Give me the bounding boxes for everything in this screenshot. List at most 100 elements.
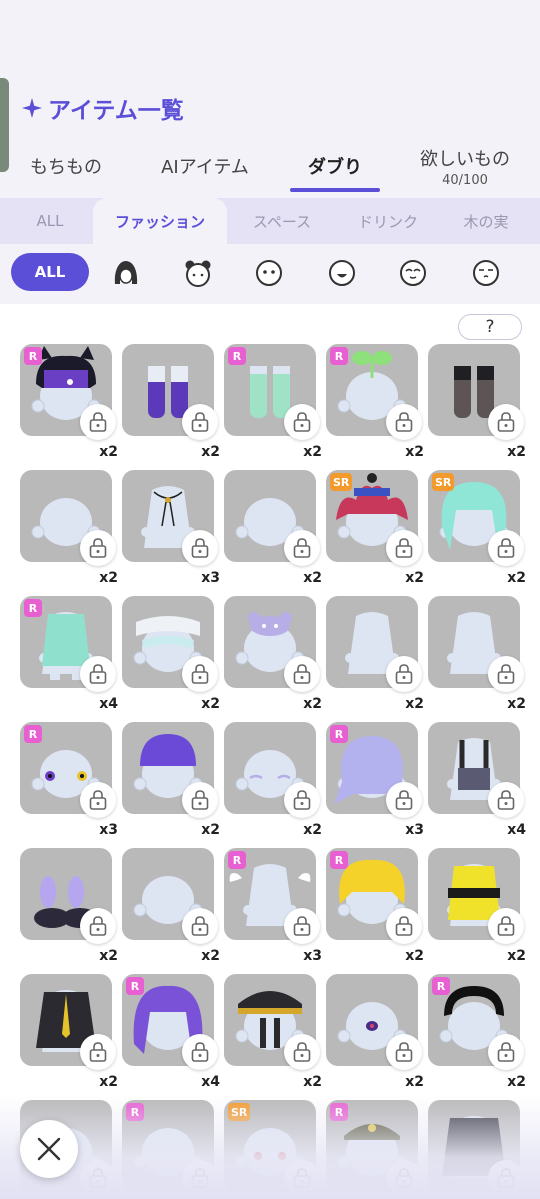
item-tile[interactable]: x2: [428, 344, 526, 460]
lock-icon: [89, 916, 107, 936]
head-ears-icon[interactable]: [183, 258, 213, 288]
item-tile[interactable]: x2: [20, 470, 118, 586]
tab-duplicates[interactable]: ダブり: [290, 138, 380, 194]
item-tile[interactable]: Rx2: [224, 344, 322, 460]
item-tile[interactable]: [428, 1100, 524, 1196]
help-button[interactable]: ?: [458, 314, 522, 340]
item-tile[interactable]: Rx2: [428, 974, 526, 1090]
rarity-badge: R: [228, 347, 246, 365]
lock-button[interactable]: [386, 656, 422, 692]
item-tile[interactable]: x2: [428, 596, 526, 712]
item-tile[interactable]: x2: [224, 470, 322, 586]
item-tile[interactable]: Rx3: [20, 722, 118, 838]
lock-button[interactable]: [182, 656, 218, 692]
category-space[interactable]: スペース: [236, 198, 328, 244]
item-tile[interactable]: x2: [224, 596, 322, 712]
lock-icon: [395, 538, 413, 558]
lock-button[interactable]: [488, 782, 524, 818]
category-all[interactable]: ALL: [16, 198, 84, 244]
close-button[interactable]: [20, 1120, 78, 1178]
item-tile[interactable]: x2: [326, 974, 424, 1090]
category-drink[interactable]: ドリンク: [342, 198, 434, 244]
lock-button[interactable]: [284, 656, 320, 692]
item-tile[interactable]: Rx2: [20, 344, 118, 460]
item-tile[interactable]: SR x2: [326, 470, 424, 586]
item-tile[interactable]: x2: [20, 848, 118, 964]
item-tile[interactable]: x2: [224, 722, 322, 838]
item-tile[interactable]: x2: [20, 974, 118, 1090]
category-fashion[interactable]: ファッション: [93, 198, 227, 244]
item-quantity: x2: [201, 948, 220, 964]
face-eyes-icon[interactable]: [254, 258, 284, 288]
item-tile[interactable]: x2: [122, 344, 220, 460]
lock-button[interactable]: [284, 1034, 320, 1070]
rarity-badge: R: [126, 977, 144, 995]
item-tile[interactable]: Rx3: [326, 722, 424, 838]
lock-button[interactable]: [488, 1034, 524, 1070]
lock-button[interactable]: [182, 404, 218, 440]
item-tile[interactable]: x2: [326, 596, 424, 712]
lock-button[interactable]: [80, 530, 116, 566]
lock-button[interactable]: [386, 404, 422, 440]
lock-button[interactable]: [80, 404, 116, 440]
item-tile[interactable]: Rx2: [326, 344, 424, 460]
item-tile[interactable]: SR x2: [428, 470, 526, 586]
lock-button[interactable]: [488, 404, 524, 440]
item-tile[interactable]: x2: [122, 596, 220, 712]
item-tile[interactable]: R: [122, 1100, 218, 1196]
page-title: アイテム一覧: [22, 91, 184, 125]
category-nuts[interactable]: 木の実: [444, 198, 528, 244]
face-sleepy-icon[interactable]: [471, 258, 501, 288]
item-tile[interactable]: x2: [122, 722, 220, 838]
lock-button[interactable]: [488, 1160, 524, 1196]
lock-button[interactable]: [386, 1034, 422, 1070]
lock-button[interactable]: [182, 1034, 218, 1070]
lock-icon: [293, 664, 311, 684]
lock-button[interactable]: [80, 908, 116, 944]
lock-icon: [191, 1168, 209, 1188]
item-quantity: x3: [405, 822, 424, 838]
lock-icon: [293, 790, 311, 810]
item-tile[interactable]: x2: [122, 848, 220, 964]
item-tile[interactable]: Rx4: [20, 596, 118, 712]
lock-button[interactable]: [182, 782, 218, 818]
face-happy-icon[interactable]: [398, 258, 428, 288]
lock-button[interactable]: [284, 1160, 320, 1196]
face-mouth-icon[interactable]: [327, 258, 357, 288]
tab-label: 欲しいもの: [420, 148, 510, 170]
rarity-badge: R: [24, 347, 42, 365]
lock-button[interactable]: [386, 782, 422, 818]
lock-button[interactable]: [488, 908, 524, 944]
lock-button[interactable]: [80, 656, 116, 692]
hair-icon[interactable]: [111, 258, 141, 288]
lock-button[interactable]: [488, 656, 524, 692]
tab-ai-items[interactable]: AIアイテム: [140, 138, 270, 194]
lock-button[interactable]: [182, 908, 218, 944]
lock-button[interactable]: [182, 1160, 218, 1196]
lock-button[interactable]: [284, 404, 320, 440]
item-tile[interactable]: x2: [428, 848, 526, 964]
lock-button[interactable]: [386, 1160, 422, 1196]
lock-button[interactable]: [80, 1034, 116, 1070]
lock-button[interactable]: [488, 530, 524, 566]
lock-button[interactable]: [386, 530, 422, 566]
item-tile[interactable]: x2: [224, 974, 322, 1090]
filter-all-button[interactable]: ALL: [11, 253, 89, 291]
item-tile[interactable]: Rx4: [122, 974, 220, 1090]
item-tile[interactable]: SR: [224, 1100, 320, 1196]
item-tile[interactable]: x3: [122, 470, 220, 586]
lock-button[interactable]: [80, 782, 116, 818]
item-quantity: x4: [201, 1074, 220, 1090]
lock-button[interactable]: [284, 782, 320, 818]
tab-mochimono[interactable]: もちもの: [14, 138, 118, 194]
item-tile[interactable]: Rx3: [224, 848, 322, 964]
tab-wishlist[interactable]: 欲しいもの 40/100: [404, 138, 526, 194]
lock-button[interactable]: [80, 1160, 116, 1196]
item-tile[interactable]: Rx2: [326, 848, 424, 964]
item-tile[interactable]: x4: [428, 722, 526, 838]
lock-button[interactable]: [284, 530, 320, 566]
lock-button[interactable]: [284, 908, 320, 944]
lock-button[interactable]: [386, 908, 422, 944]
lock-button[interactable]: [182, 530, 218, 566]
item-tile[interactable]: R: [326, 1100, 422, 1196]
